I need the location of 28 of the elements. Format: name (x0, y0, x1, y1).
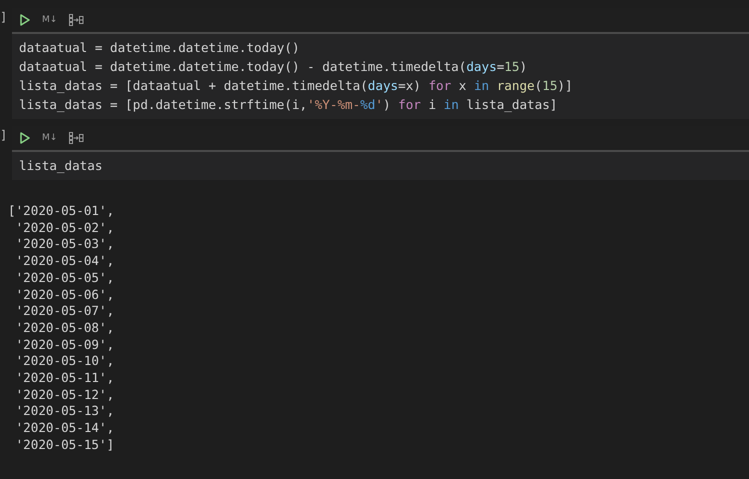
cell-bracket: ] (0, 9, 8, 26)
output-line: '2020-05-05', (14, 270, 116, 287)
code-line: lista_datas = [dataatual + datetime.timedelta(days=x) for x in range(15)] (19, 77, 574, 95)
markdown-toggle[interactable]: M↓ (42, 15, 58, 25)
output-line: '2020-05-10', (14, 353, 116, 370)
output-line: '2020-05-06', (14, 286, 116, 304)
output-line: '2020-05-08', (14, 320, 116, 337)
code-line: dataatual = datetime.datetime.today() - datetime.timedelta(days=15) (19, 58, 528, 76)
output-line: '2020-05-04', (14, 253, 116, 270)
code-line: lista_datas (19, 157, 104, 175)
output-line: '2020-05-02', (14, 220, 116, 236)
output-line: '2020-05-13', (14, 403, 116, 420)
output-line: '2020-05-15'] (14, 436, 116, 454)
output-line: '2020-05-11', (14, 370, 116, 387)
output-line: ['2020-05-01', (8, 203, 116, 220)
output-line: '2020-05-12', (14, 386, 116, 404)
output-line: '2020-05-03', (14, 236, 116, 254)
output-line: '2020-05-09', (14, 336, 116, 354)
output-line: '2020-05-14', (14, 420, 116, 437)
run-icon[interactable] (20, 132, 30, 144)
code-line: lista_datas = [pd.datetime.strftime(i,'%Y-%m-%d') for i in lista_datas] (19, 96, 558, 114)
run-icon[interactable] (20, 14, 30, 26)
split-cell-icon[interactable] (69, 14, 84, 26)
code-line: dataatual = datetime.datetime.today() (19, 39, 301, 57)
split-cell-icon[interactable] (69, 132, 84, 144)
cell-bracket: ] (0, 127, 8, 144)
markdown-toggle[interactable]: M↓ (42, 133, 58, 143)
output-line: '2020-05-07', (14, 303, 116, 320)
